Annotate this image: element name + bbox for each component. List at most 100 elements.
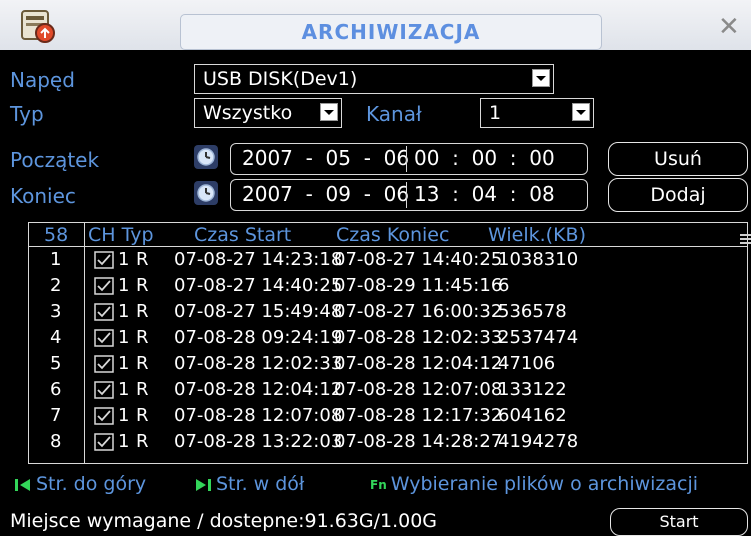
row-channel: 1 [118,301,130,322]
file-count: 58 [44,224,69,246]
calendar-clock-icon[interactable] [194,145,218,169]
start-date[interactable]: 2007 - 05 - 06 [242,143,409,173]
table-row[interactable]: 3 1 R 07-08-27 15:49:48 07-08-27 16:00:32 536… [28,300,738,324]
close-icon[interactable]: ✕ [718,14,740,40]
legend-page-up[interactable]: Str. do góry [14,472,146,496]
row-type: R [136,405,149,426]
row-type: R [136,379,149,400]
archive-app-icon [21,10,55,43]
fn-key-icon: Fn [370,477,387,492]
add-button[interactable]: Dodaj [608,178,748,212]
start-label: Początek [10,148,100,172]
row-start: 07-08-27 14:23:18 [174,249,343,270]
table-row[interactable]: 7 1 R 07-08-28 12:07:08 07-08-28 12:17:32 604… [28,404,738,428]
legend-page-up-label: Str. do góry [36,473,147,495]
page-up-icon [15,478,30,491]
legend-page-down[interactable]: Str. w dół [194,472,304,496]
legend-page-down-label: Str. w dół [216,473,305,495]
row-number: 6 [50,379,62,400]
table-row[interactable]: 8 1 R 07-08-28 13:22:03 07-08-28 14:28:27 419… [28,430,738,454]
row-channel: 1 [118,431,130,452]
row-checkbox[interactable] [94,303,114,321]
type-label: Typ [10,102,44,126]
drive-select-value: USB DISK(Dev1) [203,68,358,90]
chevron-down-icon[interactable] [532,69,550,87]
row-end: 07-08-28 12:07:08 [334,379,503,400]
start-time[interactable]: 00 : 00 : 00 [414,143,555,173]
table-row[interactable]: 5 1 R 07-08-28 12:02:33 07-08-28 12:04:12 471… [28,352,738,376]
row-checkbox[interactable] [94,381,114,399]
row-end: 07-08-27 14:40:25 [334,249,503,270]
row-channel: 1 [118,275,130,296]
end-date[interactable]: 2007 - 09 - 06 [242,179,409,209]
end-label: Koniec [10,184,76,208]
legend-fn-select-label: Wybieranie plików o archiwizacji [390,473,699,495]
row-end: 07-08-28 12:02:33 [334,327,503,348]
row-start: 07-08-28 12:02:33 [174,353,343,374]
row-type: R [136,275,149,296]
row-size: 536578 [498,301,567,322]
drive-select[interactable]: USB DISK(Dev1) [194,64,554,94]
legend-fn-select[interactable]: Fn Wybieranie plików o archiwizacji [370,472,698,497]
row-start: 07-08-28 13:22:03 [174,431,343,452]
table-row[interactable]: 4 1 R 07-08-28 09:24:19 07-08-28 12:02:33 253… [28,326,738,350]
row-start: 07-08-28 12:07:08 [174,405,343,426]
row-channel: 1 [118,327,130,348]
channel-label: Kanał [366,102,422,126]
row-number: 4 [50,327,62,348]
page-down-icon [196,478,211,491]
list-menu-icon[interactable] [738,232,751,246]
row-number: 5 [50,353,62,374]
row-start: 07-08-28 12:04:12 [174,379,343,400]
row-size: 1038310 [498,249,579,270]
type-select[interactable]: Wszystko [194,98,342,128]
drive-label: Napęd [10,68,75,92]
table-row[interactable]: 6 1 R 07-08-28 12:04:12 07-08-28 12:07:08 133… [28,378,738,402]
chevron-down-icon[interactable] [320,103,338,121]
row-start: 07-08-28 09:24:19 [174,327,343,348]
header-ch-type: CH Typ [88,224,154,246]
required-space-status: Miejsce wymagane / dostepne:91.63G/1.00G [10,510,438,532]
table-row[interactable]: 1 1 R 07-08-27 14:23:18 07-08-27 14:40:25 103… [28,248,738,272]
end-time[interactable]: 13 : 04 : 08 [414,179,555,209]
row-number: 1 [50,249,62,270]
row-channel: 1 [118,353,130,374]
calendar-clock-icon[interactable] [194,181,218,205]
datetime-divider [406,146,407,172]
row-type: R [136,301,149,322]
row-size: 6 [498,275,510,296]
row-type: R [136,431,149,452]
start-button[interactable]: Start [610,508,748,536]
row-checkbox[interactable] [94,355,114,373]
row-number: 8 [50,431,62,452]
row-start: 07-08-27 14:40:25 [174,275,343,296]
row-checkbox[interactable] [94,251,114,269]
header-end-time: Czas Koniec [336,224,450,246]
row-end: 07-08-28 12:17:32 [334,405,503,426]
row-checkbox[interactable] [94,277,114,295]
chevron-down-icon[interactable] [572,103,590,121]
table-row[interactable]: 2 1 R 07-08-27 14:40:25 07-08-29 11:45:16 6 [28,274,738,298]
channel-select[interactable]: 1 [480,98,594,128]
header-size: Wielk.(KB) [488,224,586,246]
row-channel: 1 [118,379,130,400]
row-type: R [136,353,149,374]
row-channel: 1 [118,249,130,270]
header-start-time: Czas Start [194,224,292,246]
row-start: 07-08-27 15:49:48 [174,301,343,322]
datetime-divider [406,182,407,208]
window-title: ARCHIWIZACJA [180,14,602,50]
row-number: 3 [50,301,62,322]
row-checkbox[interactable] [94,329,114,347]
row-size: 4194278 [498,431,579,452]
type-select-value: Wszystko [203,102,293,124]
row-number: 7 [50,405,62,426]
row-channel: 1 [118,405,130,426]
row-size: 604162 [498,405,567,426]
row-checkbox[interactable] [94,407,114,425]
channel-select-value: 1 [489,102,502,124]
row-checkbox[interactable] [94,433,114,451]
row-size: 2537474 [498,327,579,348]
delete-button[interactable]: Usuń [608,142,748,176]
row-number: 2 [50,275,62,296]
